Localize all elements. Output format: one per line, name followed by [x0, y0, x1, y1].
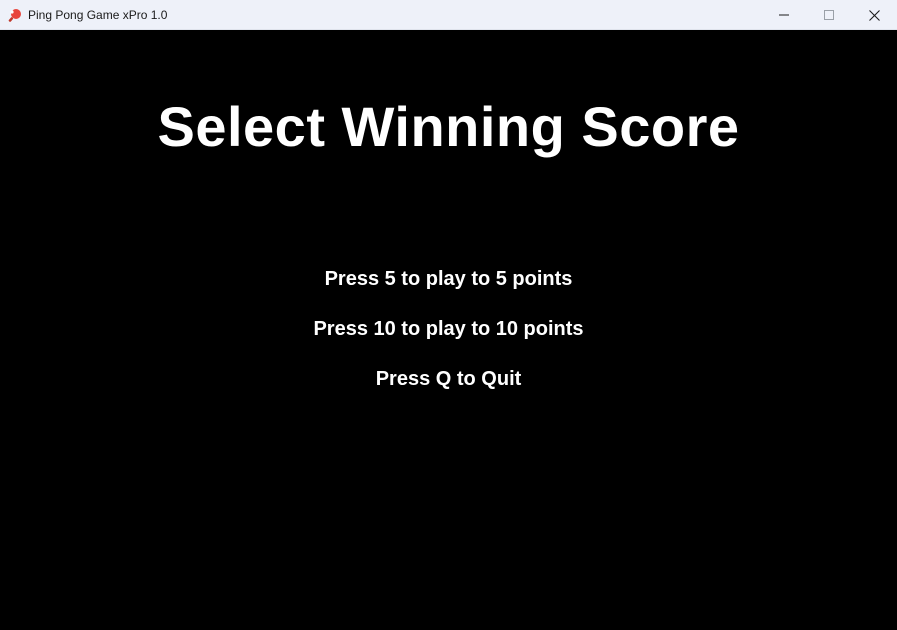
option-quit: Press Q to Quit [375, 368, 522, 390]
close-button[interactable] [851, 0, 897, 30]
minimize-button[interactable] [761, 0, 807, 30]
game-window: Ping Pong Game xPro 1.0 Select Winning S… [0, 0, 897, 630]
maximize-icon [824, 10, 834, 20]
maximize-button[interactable] [806, 0, 852, 30]
option-play-to-5: Press 5 to play to 5 points [324, 268, 573, 290]
minimize-icon [779, 10, 789, 20]
title-bar[interactable]: Ping Pong Game xPro 1.0 [0, 0, 897, 30]
close-icon [868, 9, 880, 21]
window-title: Ping Pong Game xPro 1.0 [28, 8, 168, 22]
menu-heading: Select Winning Score [157, 95, 740, 158]
ping-pong-paddle-icon [8, 8, 22, 22]
game-canvas[interactable]: Select Winning Score Press 5 to play to … [0, 30, 897, 630]
option-play-to-10: Press 10 to play to 10 points [313, 318, 584, 340]
